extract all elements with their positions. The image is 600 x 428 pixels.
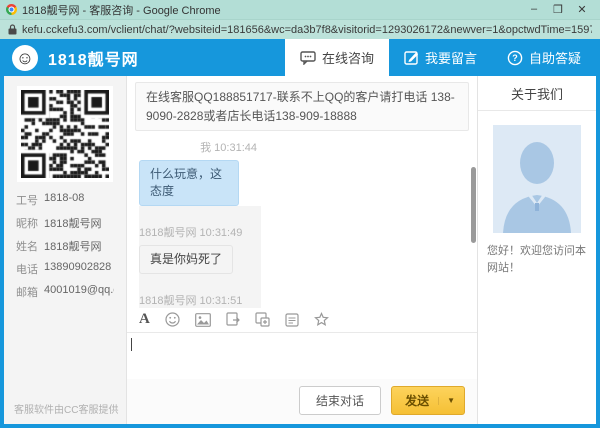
scrollbar-thumb[interactable] bbox=[471, 167, 476, 243]
message-input[interactable] bbox=[127, 333, 477, 379]
info-value: 1818靓号网 bbox=[44, 215, 101, 231]
tab-label: 在线咨询 bbox=[322, 48, 374, 67]
url-text: kefu.cckefu3.com/vclient/chat/?websiteid… bbox=[22, 24, 592, 36]
info-label: 姓名 bbox=[16, 238, 38, 254]
info-label: 邮箱 bbox=[16, 284, 38, 300]
send-dropdown-arrow-icon[interactable]: ▼ bbox=[438, 397, 455, 405]
qr-code-box bbox=[17, 86, 113, 182]
tab-label: 我要留言 bbox=[425, 48, 477, 67]
send-button-label: 发送 bbox=[405, 392, 438, 409]
agent-info-list: 工号 1818-08 昵称 1818靓号网 姓名 1818靓号网 电话 1389… bbox=[4, 182, 126, 300]
screenshot-icon[interactable] bbox=[255, 312, 270, 327]
brand-logo-icon: ☺ bbox=[12, 45, 38, 71]
app-header: ☺ 1818靓号网 在线咨询 我要留言 ? bbox=[4, 39, 596, 76]
chat-message: 1818靓号网 10:31:51 全家死光 bbox=[139, 274, 261, 308]
message-meta: 1818靓号网 10:31:51 bbox=[139, 292, 261, 308]
tab-bar: 在线咨询 我要留言 ? 自助答疑 bbox=[285, 39, 596, 76]
end-chat-button[interactable]: 结束对话 bbox=[299, 386, 381, 415]
chrome-icon bbox=[6, 4, 17, 15]
chat-message: 1818靓号网 10:31:49 真是你妈死了 bbox=[139, 206, 261, 274]
avatar bbox=[493, 125, 581, 233]
font-icon[interactable]: A bbox=[139, 312, 150, 327]
message-meta: 我 10:31:44 bbox=[139, 139, 257, 155]
agent-info-row: 昵称 1818靓号网 bbox=[16, 215, 114, 231]
minimize-button[interactable]: – bbox=[522, 3, 546, 16]
agent-info-row: 姓名 1818靓号网 bbox=[16, 238, 114, 254]
info-value: 1818靓号网 bbox=[44, 238, 101, 254]
message-meta: 1818靓号网 10:31:49 bbox=[139, 224, 261, 240]
info-label: 电话 bbox=[16, 261, 38, 277]
chat-toolbar: A bbox=[127, 308, 477, 333]
text-caret bbox=[131, 338, 132, 351]
info-value: 1818-08 bbox=[44, 192, 84, 208]
qr-code bbox=[21, 90, 109, 178]
tab-label: 自助答疑 bbox=[529, 48, 581, 67]
message-list: 我 10:31:44 什么玩意，这态度 1818靓号网 10:31:49 真是你… bbox=[127, 131, 477, 308]
chat-actions: 结束对话 发送 ▼ bbox=[127, 379, 477, 424]
message-input-area bbox=[127, 333, 477, 379]
info-value: 4001019@qq.com bbox=[44, 284, 114, 300]
tab-self-help[interactable]: ? 自助答疑 bbox=[492, 39, 596, 76]
brand-name: 1818靓号网 bbox=[48, 46, 139, 70]
message-bubble: 真是你妈死了 bbox=[139, 245, 233, 274]
agent-info-row: 电话 13890902828 bbox=[16, 261, 114, 277]
agent-info-row: 工号 1818-08 bbox=[16, 192, 114, 208]
url-bar[interactable]: kefu.cckefu3.com/vclient/chat/?websiteid… bbox=[0, 19, 600, 39]
message-bubble: 什么玩意，这态度 bbox=[139, 160, 239, 206]
lock-icon bbox=[8, 24, 17, 35]
svg-text:?: ? bbox=[512, 53, 518, 63]
app-frame: ☺ 1818靓号网 在线咨询 我要留言 ? bbox=[0, 39, 600, 428]
info-value: 13890902828 bbox=[44, 261, 111, 277]
leave-message-icon bbox=[404, 50, 419, 65]
main-body: 工号 1818-08 昵称 1818靓号网 姓名 1818靓号网 电话 1389… bbox=[4, 76, 596, 424]
info-label: 昵称 bbox=[16, 215, 38, 231]
maximize-button[interactable]: ❒ bbox=[546, 3, 570, 16]
window-controls: – ❒ ✕ bbox=[522, 3, 594, 16]
tab-online-chat[interactable]: 在线咨询 bbox=[285, 39, 389, 76]
close-button[interactable]: ✕ bbox=[570, 3, 594, 16]
about-panel: 关于我们 您好！欢迎您访问本网站！ bbox=[478, 76, 596, 424]
agent-sidebar: 工号 1818-08 昵称 1818靓号网 姓名 1818靓号网 电话 1389… bbox=[4, 76, 126, 424]
about-title: 关于我们 bbox=[478, 76, 596, 111]
powered-by-text: 客服软件由CC客服提供 bbox=[14, 401, 118, 416]
faq-icon: ? bbox=[507, 50, 523, 66]
info-label: 工号 bbox=[16, 192, 38, 208]
emoji-icon[interactable] bbox=[165, 312, 180, 327]
file-send-icon[interactable] bbox=[226, 312, 240, 327]
browser-window: 1818靓号网 - 客服咨询 - Google Chrome – ❒ ✕ kef… bbox=[0, 0, 600, 428]
window-title: 1818靓号网 - 客服咨询 - Google Chrome bbox=[22, 2, 522, 18]
image-icon[interactable] bbox=[195, 313, 211, 327]
tab-leave-message[interactable]: 我要留言 bbox=[389, 39, 492, 76]
chat-message: 我 10:31:44 什么玩意，这态度 bbox=[139, 131, 257, 206]
title-bar: 1818靓号网 - 客服咨询 - Google Chrome – ❒ ✕ bbox=[0, 0, 600, 19]
agent-info-row: 邮箱 4001019@qq.com bbox=[16, 284, 114, 300]
welcome-text: 您好！欢迎您访问本网站！ bbox=[478, 243, 596, 276]
favorite-icon[interactable] bbox=[314, 312, 329, 327]
chat-panel: 在线客服QQ188851717-联系不上QQ的客户请打电话 138-9090-2… bbox=[126, 76, 478, 424]
quick-reply-icon[interactable] bbox=[285, 313, 299, 327]
chat-icon bbox=[300, 51, 316, 65]
send-button[interactable]: 发送 ▼ bbox=[391, 386, 465, 415]
chat-notice: 在线客服QQ188851717-联系不上QQ的客户请打电话 138-9090-2… bbox=[135, 82, 469, 131]
